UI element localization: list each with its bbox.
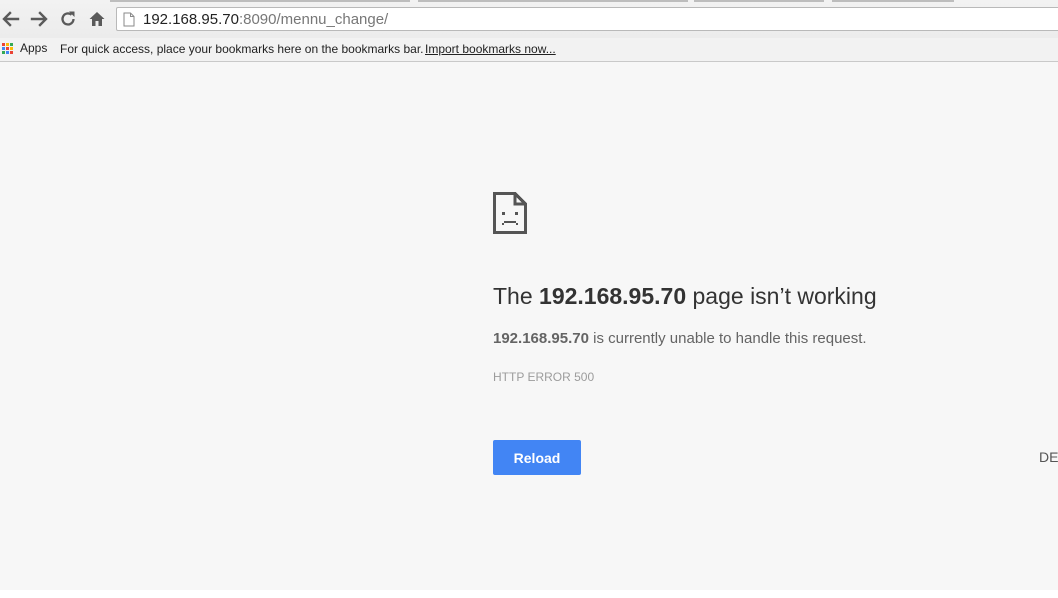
url-path: :8090/mennu_change/ xyxy=(238,11,389,28)
reload-nav-button[interactable] xyxy=(57,8,79,30)
tab-edge xyxy=(694,0,824,2)
apps-label: Apps xyxy=(20,41,48,55)
heading-host: 192.168.95.70 xyxy=(539,283,687,309)
details-button[interactable]: DETAILS xyxy=(1039,449,1058,465)
import-bookmarks-link[interactable]: Import bookmarks now... xyxy=(425,42,556,56)
reload-button[interactable]: Reload xyxy=(493,440,581,475)
apps-dot xyxy=(6,46,9,50)
url-host: 192.168.95.70 xyxy=(143,11,239,28)
bookmarks-bar: Apps For quick access, place your bookma… xyxy=(0,38,1058,62)
address-url[interactable]: 192.168.95.70:8090/mennu_change/ xyxy=(143,11,388,28)
apps-dot xyxy=(2,46,5,50)
browser-toolbar: 192.168.95.70:8090/mennu_change/ xyxy=(0,0,1058,38)
address-bar[interactable]: 192.168.95.70:8090/mennu_change/ xyxy=(116,7,1058,31)
message-suffix: is currently unable to handle this reque… xyxy=(588,330,867,347)
back-arrow-icon xyxy=(2,11,20,27)
apps-dot xyxy=(10,50,13,54)
message-host: 192.168.95.70 xyxy=(493,330,589,347)
bookmarks-hint: For quick access, place your bookmarks h… xyxy=(60,42,424,56)
apps-dot xyxy=(10,42,13,46)
reload-icon xyxy=(61,11,75,26)
tab-strip-edge xyxy=(0,0,1058,3)
tab-edge xyxy=(418,0,688,2)
tab-edge xyxy=(110,0,410,2)
back-button[interactable] xyxy=(0,8,22,30)
error-heading: The 192.168.95.70 page isn’t working xyxy=(493,283,877,310)
window-bottom-edge xyxy=(0,590,1058,598)
forward-button[interactable] xyxy=(28,8,50,30)
home-button[interactable] xyxy=(86,8,108,30)
error-page: The 192.168.95.70 page isn’t working 192… xyxy=(0,62,1058,598)
apps-grid-icon xyxy=(2,42,13,54)
apps-shortcut[interactable]: Apps xyxy=(2,41,47,55)
apps-dot xyxy=(2,42,5,46)
page-icon xyxy=(123,12,135,27)
apps-dot xyxy=(6,50,9,54)
sad-page-icon xyxy=(493,192,527,234)
heading-prefix: The xyxy=(493,283,540,309)
apps-dot xyxy=(2,50,5,54)
error-message: 192.168.95.70 is currently unable to han… xyxy=(493,330,867,347)
tab-edge xyxy=(832,0,954,2)
home-icon xyxy=(89,12,105,26)
heading-suffix: page isn’t working xyxy=(686,283,877,309)
error-code: HTTP ERROR 500 xyxy=(493,370,595,384)
apps-dot xyxy=(10,46,13,50)
apps-dot xyxy=(6,42,9,46)
forward-arrow-icon xyxy=(30,11,48,27)
